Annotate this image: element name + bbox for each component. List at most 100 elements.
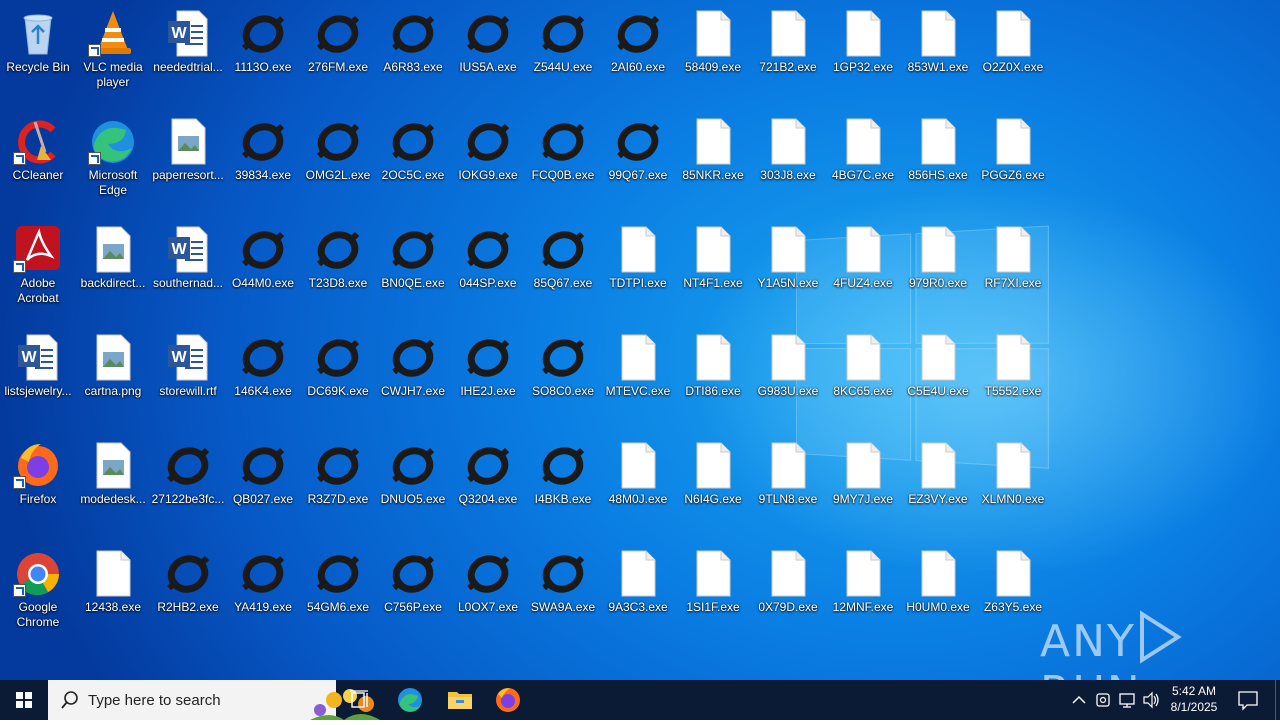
desktop-icon-58409-exe[interactable]: 58409.exe bbox=[676, 4, 748, 108]
desktop-icon-t5552-exe[interactable]: T5552.exe bbox=[976, 328, 1048, 432]
desktop-icon-ya419-exe[interactable]: YA419.exe bbox=[226, 544, 298, 648]
desktop-icon-12438-exe[interactable]: 12438.exe bbox=[76, 544, 148, 648]
desktop-icon-044sp-exe[interactable]: 044SP.exe bbox=[451, 220, 523, 324]
desktop-icon-southernad[interactable]: Wsouthernad... bbox=[151, 220, 223, 324]
desktop[interactable]: Recycle Bin CCleaner Adobe Acrobat Wlistsje… bbox=[0, 0, 1280, 680]
desktop-icon-48m0j-exe[interactable]: 48M0J.exe bbox=[601, 436, 673, 540]
desktop-icon-4fuz4-exe[interactable]: 4FUZ4.exe bbox=[826, 220, 898, 324]
desktop-icon-google-chrome[interactable]: Google Chrome bbox=[1, 544, 73, 648]
task-view-button[interactable] bbox=[336, 680, 384, 720]
desktop-icon-l0ox7-exe[interactable]: L0OX7.exe bbox=[451, 544, 523, 648]
taskbar-firefox-button[interactable] bbox=[484, 680, 532, 720]
desktop-icon-adobe-acrobat[interactable]: Adobe Acrobat bbox=[1, 220, 73, 324]
desktop-icon-n6i4g-exe[interactable]: N6I4G.exe bbox=[676, 436, 748, 540]
desktop-icon-0x79d-exe[interactable]: 0X79D.exe bbox=[751, 544, 823, 648]
desktop-icon-recycle-bin[interactable]: Recycle Bin bbox=[1, 4, 73, 108]
taskbar-clock[interactable]: 5:42 AM 8/1/2025 bbox=[1164, 680, 1224, 720]
desktop-icon-99q67-exe[interactable]: 99Q67.exe bbox=[601, 112, 673, 216]
desktop-icon-r3z7d-exe[interactable]: R3Z7D.exe bbox=[301, 436, 373, 540]
desktop-icon-12mnf-exe[interactable]: 12MNF.exe bbox=[826, 544, 898, 648]
desktop-icon-856hs-exe[interactable]: 856HS.exe bbox=[901, 112, 973, 216]
start-button[interactable] bbox=[0, 680, 48, 720]
desktop-icon-276fm-exe[interactable]: 276FM.exe bbox=[301, 4, 373, 108]
desktop-icon-z63y5-exe[interactable]: Z63Y5.exe bbox=[976, 544, 1048, 648]
desktop-icon-85nkr-exe[interactable]: 85NKR.exe bbox=[676, 112, 748, 216]
desktop-icon-i4bkb-exe[interactable]: I4BKB.exe bbox=[526, 436, 598, 540]
desktop-icon-9my7j-exe[interactable]: 9MY7J.exe bbox=[826, 436, 898, 540]
desktop-icon-dnuo5-exe[interactable]: DNUO5.exe bbox=[376, 436, 448, 540]
desktop-icon-firefox[interactable]: Firefox bbox=[1, 436, 73, 540]
desktop-icon-omg2l-exe[interactable]: OMG2L.exe bbox=[301, 112, 373, 216]
desktop-icon-vlc-media-player[interactable]: VLC media player bbox=[76, 4, 148, 108]
desktop-icon-r2hb2-exe[interactable]: R2HB2.exe bbox=[151, 544, 223, 648]
taskbar-edge-button[interactable] bbox=[386, 680, 434, 720]
desktop-icon-modedesk[interactable]: modedesk... bbox=[76, 436, 148, 540]
desktop-icon-mtevc-exe[interactable]: MTEVC.exe bbox=[601, 328, 673, 432]
desktop-icon-ccleaner[interactable]: CCleaner bbox=[1, 112, 73, 216]
action-center-button[interactable] bbox=[1230, 680, 1266, 720]
desktop-icon-q3204-exe[interactable]: Q3204.exe bbox=[451, 436, 523, 540]
desktop-icon-a6r83-exe[interactable]: A6R83.exe bbox=[376, 4, 448, 108]
desktop-icon-nt4f1-exe[interactable]: NT4F1.exe bbox=[676, 220, 748, 324]
desktop-icon-dc69k-exe[interactable]: DC69K.exe bbox=[301, 328, 373, 432]
desktop-icon-146k4-exe[interactable]: 146K4.exe bbox=[226, 328, 298, 432]
desktop-icon-xlmn0-exe[interactable]: XLMN0.exe bbox=[976, 436, 1048, 540]
desktop-icon-t23d8-exe[interactable]: T23D8.exe bbox=[301, 220, 373, 324]
desktop-icon-z544u-exe[interactable]: Z544U.exe bbox=[526, 4, 598, 108]
desktop-icon-neededtrial[interactable]: Wneededtrial... bbox=[151, 4, 223, 108]
desktop-icon-fcq0b-exe[interactable]: FCQ0B.exe bbox=[526, 112, 598, 216]
desktop-icon-swa9a-exe[interactable]: SWA9A.exe bbox=[526, 544, 598, 648]
tray-device-button[interactable] bbox=[1092, 680, 1114, 720]
desktop-icon-tdtpi-exe[interactable]: TDTPI.exe bbox=[601, 220, 673, 324]
desktop-icon-qb027-exe[interactable]: QB027.exe bbox=[226, 436, 298, 540]
desktop-icon-ihe2j-exe[interactable]: IHE2J.exe bbox=[451, 328, 523, 432]
taskbar-search-box[interactable]: Type here to search bbox=[48, 680, 380, 720]
desktop-icon-c756p-exe[interactable]: C756P.exe bbox=[376, 544, 448, 648]
show-desktop-button[interactable] bbox=[1275, 680, 1276, 720]
desktop-icon-4bg7c-exe[interactable]: 4BG7C.exe bbox=[826, 112, 898, 216]
desktop-icon-303j8-exe[interactable]: 303J8.exe bbox=[751, 112, 823, 216]
desktop-icon-8kc65-exe[interactable]: 8KC65.exe bbox=[826, 328, 898, 432]
desktop-icon-ez3vy-exe[interactable]: EZ3VY.exe bbox=[901, 436, 973, 540]
desktop-icon-2oc5c-exe[interactable]: 2OC5C.exe bbox=[376, 112, 448, 216]
ring-file-icon bbox=[390, 440, 436, 490]
desktop-icon-microsoft-edge[interactable]: Microsoft Edge bbox=[76, 112, 148, 216]
desktop-icon-so8c0-exe[interactable]: SO8C0.exe bbox=[526, 328, 598, 432]
show-hidden-icons-button[interactable] bbox=[1068, 680, 1090, 720]
taskbar-file-explorer-button[interactable] bbox=[436, 680, 484, 720]
desktop-icon-paperresort[interactable]: paperresort... bbox=[151, 112, 224, 216]
tray-network-button[interactable] bbox=[1116, 680, 1138, 720]
tray-volume-button[interactable] bbox=[1140, 680, 1162, 720]
shortcut-arrow-icon bbox=[13, 152, 26, 165]
desktop-icon-c5e4u-exe[interactable]: C5E4U.exe bbox=[901, 328, 973, 432]
desktop-icon-721b2-exe[interactable]: 721B2.exe bbox=[751, 4, 823, 108]
desktop-icon-cwjh7-exe[interactable]: CWJH7.exe bbox=[376, 328, 448, 432]
desktop-icon-9tln8-exe[interactable]: 9TLN8.exe bbox=[751, 436, 823, 540]
desktop-icon-o44m0-exe[interactable]: O44M0.exe bbox=[226, 220, 298, 324]
desktop-icon-g983u-exe[interactable]: G983U.exe bbox=[751, 328, 823, 432]
desktop-icon-54gm6-exe[interactable]: 54GM6.exe bbox=[301, 544, 373, 648]
desktop-icon-853w1-exe[interactable]: 853W1.exe bbox=[901, 4, 973, 108]
desktop-icon-rf7xi-exe[interactable]: RF7XI.exe bbox=[976, 220, 1048, 324]
desktop-icon-1si1f-exe[interactable]: 1SI1F.exe bbox=[676, 544, 748, 648]
desktop-icon-cartna-png[interactable]: cartna.png bbox=[76, 328, 148, 432]
desktop-icon-dti86-exe[interactable]: DTI86.exe bbox=[676, 328, 748, 432]
desktop-icon-1gp32-exe[interactable]: 1GP32.exe bbox=[826, 4, 898, 108]
desktop-icon-85q67-exe[interactable]: 85Q67.exe bbox=[526, 220, 598, 324]
desktop-icon-o2z0x-exe[interactable]: O2Z0X.exe bbox=[976, 4, 1048, 108]
desktop-icon-1113o-exe[interactable]: 1113O.exe bbox=[226, 4, 298, 108]
desktop-icon-2ai60-exe[interactable]: 2AI60.exe bbox=[601, 4, 673, 108]
desktop-icon-listsjewelry[interactable]: Wlistsjewelry... bbox=[1, 328, 73, 432]
desktop-icon-storewill-rtf[interactable]: Wstorewill.rtf bbox=[151, 328, 223, 432]
desktop-icon-9a3c3-exe[interactable]: 9A3C3.exe bbox=[601, 544, 673, 648]
desktop-icon-pggz6-exe[interactable]: PGGZ6.exe bbox=[976, 112, 1048, 216]
desktop-icon-979r0-exe[interactable]: 979R0.exe bbox=[901, 220, 973, 324]
desktop-icon-27122be3fc[interactable]: 27122be3fc... bbox=[151, 436, 224, 540]
desktop-icon-iokg9-exe[interactable]: IOKG9.exe bbox=[451, 112, 523, 216]
desktop-icon-y1a5n-exe[interactable]: Y1A5N.exe bbox=[751, 220, 823, 324]
desktop-icon-backdirect[interactable]: backdirect... bbox=[76, 220, 148, 324]
desktop-icon-ius5a-exe[interactable]: IUS5A.exe bbox=[451, 4, 523, 108]
desktop-icon-39834-exe[interactable]: 39834.exe bbox=[226, 112, 298, 216]
desktop-icon-bn0qe-exe[interactable]: BN0QE.exe bbox=[376, 220, 448, 324]
desktop-icon-h0um0-exe[interactable]: H0UM0.exe bbox=[901, 544, 973, 648]
